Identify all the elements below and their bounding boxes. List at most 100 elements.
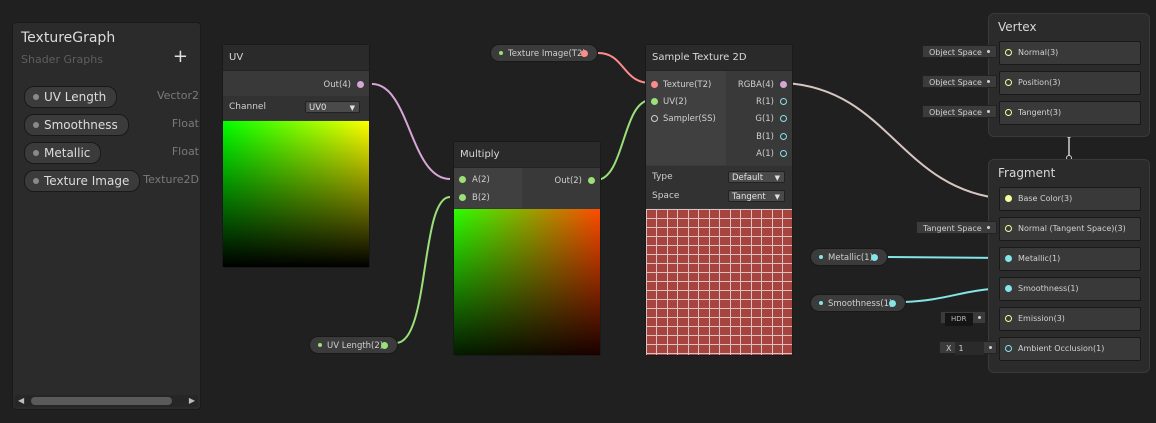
fragment-block-normal[interactable]: Normal (Tangent Space)(3) — [999, 217, 1141, 241]
property-pill[interactable]: Smoothness — [24, 114, 129, 136]
emission-hdr-input[interactable]: HDR — [940, 311, 986, 326]
output-port[interactable] — [780, 81, 787, 88]
property-node-label: Smoothness(1) — [828, 299, 893, 309]
property-type: Float — [171, 117, 199, 130]
property-dot-icon — [33, 94, 39, 100]
scrollbar-thumb[interactable] — [31, 397, 172, 405]
ambient-occlusion-value[interactable]: 1 — [955, 342, 985, 355]
input-port[interactable] — [651, 81, 658, 88]
metallic-property-node[interactable]: Metallic(1) — [810, 248, 888, 266]
object-space-input[interactable]: Object Space — [922, 45, 997, 58]
input-port[interactable] — [1005, 225, 1012, 232]
output-port[interactable] — [780, 133, 787, 140]
output-port[interactable] — [871, 254, 878, 261]
property-pill[interactable]: Texture Image — [24, 170, 141, 192]
blackboard-panel: TextureGraph Shader Graphs + UV Length V… — [12, 22, 201, 410]
fragment-block-smoothness[interactable]: Smoothness(1) — [999, 277, 1141, 301]
output-port[interactable] — [889, 300, 896, 307]
output-port[interactable] — [588, 177, 595, 184]
property-row[interactable]: Texture Image Texture2D — [13, 170, 200, 192]
inline-input-label: Object Space — [929, 78, 982, 87]
input-port[interactable] — [1005, 195, 1012, 202]
input-port[interactable] — [459, 194, 466, 201]
type-dropdown[interactable]: Default ▼ — [728, 171, 785, 183]
fragment-block-ambient-occlusion[interactable]: Ambient Occlusion(1) — [999, 337, 1141, 361]
output-port-label: A(1) — [756, 149, 774, 159]
vertex-block-position[interactable]: Position(3) — [999, 71, 1141, 95]
input-port[interactable] — [651, 115, 658, 122]
property-row[interactable]: UV Length Vector2 — [13, 86, 200, 108]
property-pill[interactable]: Metallic — [24, 142, 102, 164]
block-label: Normal(3) — [1018, 48, 1059, 57]
property-dot-icon — [33, 178, 39, 184]
inline-input-label: Object Space — [929, 108, 982, 117]
property-row[interactable]: Metallic Float — [13, 142, 200, 164]
input-port[interactable] — [1005, 255, 1012, 262]
property-pill[interactable]: UV Length — [24, 86, 118, 108]
hdr-color-swatch[interactable]: HDR — [945, 313, 973, 326]
property-dot-icon — [819, 301, 823, 305]
inline-input-label: Object Space — [929, 48, 982, 57]
input-port[interactable] — [1005, 345, 1012, 352]
block-label: Metallic(1) — [1018, 254, 1061, 263]
field-prefix: X — [946, 344, 952, 353]
vertex-block-tangent[interactable]: Tangent(3) — [999, 101, 1141, 125]
block-label: Base Color(3) — [1018, 194, 1073, 203]
vertex-block-normal[interactable]: Normal(3) — [999, 41, 1141, 65]
output-port-label: RGBA(4) — [737, 80, 774, 90]
output-port[interactable] — [381, 342, 388, 349]
input-port[interactable] — [1005, 315, 1012, 322]
output-port-label: R(1) — [756, 97, 774, 107]
input-port[interactable] — [1005, 49, 1012, 56]
property-name: Texture Image — [44, 174, 130, 188]
output-port[interactable] — [357, 81, 364, 88]
output-port[interactable] — [780, 150, 787, 157]
node-preview-overlay — [454, 209, 600, 355]
wire-rgba-to-basecolor — [785, 82, 1006, 200]
property-name: Smoothness — [44, 118, 118, 132]
plus-icon[interactable]: + — [173, 48, 188, 66]
input-port[interactable] — [459, 176, 466, 183]
property-type: Float — [171, 145, 199, 158]
block-label: Smoothness(1) — [1018, 284, 1079, 293]
smoothness-property-node[interactable]: Smoothness(1) — [810, 294, 906, 312]
input-port[interactable] — [1005, 109, 1012, 116]
scroll-left-icon[interactable]: ◀ — [18, 395, 24, 407]
object-space-input[interactable]: Object Space — [922, 75, 997, 88]
object-space-input[interactable]: Object Space — [922, 105, 997, 118]
space-dropdown[interactable]: Tangent ▼ — [728, 190, 785, 202]
channel-label: Channel — [229, 102, 266, 112]
multiply-node[interactable]: Multiply A(2) B(2) Out(2) — [453, 141, 601, 356]
output-port[interactable] — [780, 115, 787, 122]
output-port[interactable] — [581, 50, 588, 57]
input-port[interactable] — [1005, 285, 1012, 292]
type-value: Default — [732, 173, 764, 183]
fragment-block-metallic[interactable]: Metallic(1) — [999, 247, 1141, 271]
channel-dropdown[interactable]: UV0 ▼ — [305, 101, 360, 113]
property-dot-icon — [318, 343, 322, 347]
sample-texture-2d-node[interactable]: Sample Texture 2D Texture(T2) UV(2) Samp… — [645, 44, 793, 356]
tangent-space-input[interactable]: Tangent Space — [916, 221, 997, 234]
input-port[interactable] — [651, 98, 658, 105]
uv-node[interactable]: UV Out(4) Channel UV0 ▼ — [222, 44, 370, 268]
fragment-context: Fragment Base Color(3) Normal (Tangent S… — [988, 159, 1150, 373]
property-row[interactable]: Smoothness Float — [13, 114, 200, 136]
horizontal-scrollbar[interactable]: ◀ ▶ — [15, 395, 198, 407]
output-port[interactable] — [780, 98, 787, 105]
fragment-block-base-color[interactable]: Base Color(3) — [999, 187, 1141, 211]
texture-image-property-node[interactable]: Texture Image(T2) — [490, 44, 598, 62]
scroll-right-icon[interactable]: ▶ — [189, 395, 195, 407]
block-label: Ambient Occlusion(1) — [1018, 344, 1105, 353]
block-label: Position(3) — [1018, 78, 1061, 87]
input-port[interactable] — [1005, 79, 1012, 86]
property-type: Vector2 — [156, 89, 199, 102]
block-label: Emission(3) — [1018, 314, 1065, 323]
ambient-occlusion-input[interactable]: X1 — [939, 341, 997, 355]
uv-length-property-node[interactable]: UV Length(2) — [309, 336, 398, 354]
wire-multiply-to-sample-uv — [595, 99, 652, 181]
wire-uvlength-to-multiply-b — [395, 196, 451, 344]
dot-icon — [986, 226, 990, 229]
property-name: UV Length — [44, 90, 107, 104]
input-port-label: A(2) — [472, 175, 490, 185]
fragment-block-emission[interactable]: Emission(3) — [999, 307, 1141, 331]
